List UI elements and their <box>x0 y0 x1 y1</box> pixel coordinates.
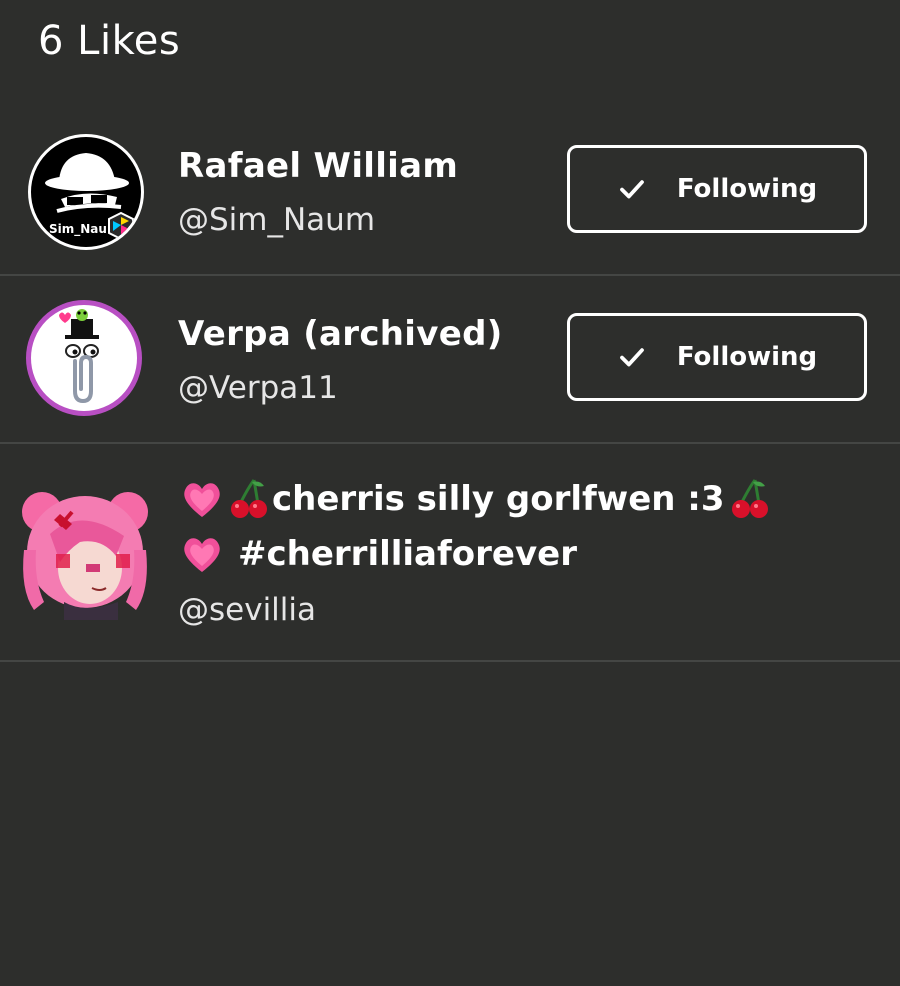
avatar[interactable] <box>20 490 150 620</box>
following-button-label: Following <box>676 174 818 204</box>
pink-heart-icon <box>184 483 220 517</box>
user-row-sim-naum[interactable]: Sim_Nau Rafael William @Sim_Naum Followi… <box>0 108 900 276</box>
user-handle: @sevillia <box>178 592 317 628</box>
following-button[interactable]: Following <box>567 145 867 233</box>
likes-count-title: 6 Likes <box>38 18 181 64</box>
following-button-label: Following <box>676 342 818 372</box>
svg-text:Sim_Nau: Sim_Nau <box>49 222 107 237</box>
user-handle: @Sim_Naum <box>178 202 376 238</box>
user-display-name-line2[interactable]: #cherrilliaforever <box>180 534 577 574</box>
avatar[interactable] <box>26 300 142 416</box>
following-button[interactable]: Following <box>567 313 867 401</box>
check-icon <box>619 180 644 199</box>
paperclip-avatar-image <box>59 309 99 404</box>
anime-character-avatar-image <box>22 492 148 620</box>
user-row-verpa11[interactable]: Verpa (archived) @Verpa11 Following <box>0 276 900 444</box>
user-display-name[interactable]: Verpa (archived) <box>178 314 503 354</box>
user-hashtag-text: #cherrilliaforever <box>238 534 577 574</box>
user-display-name-text: cherris silly gorlfwen :3 <box>272 479 725 519</box>
user-row-sevillia[interactable]: cherris silly gorlfwen :3 #cherrilliafor… <box>0 444 900 662</box>
hat-glasses-avatar-image: Sim_Nau <box>32 138 140 246</box>
cherry-icon <box>231 479 267 518</box>
user-handle: @Verpa11 <box>178 370 338 406</box>
check-icon <box>619 348 644 367</box>
cherry-icon <box>731 479 768 518</box>
pink-heart-icon <box>184 538 220 572</box>
user-display-name[interactable]: cherris silly gorlfwen :3 <box>180 478 773 520</box>
avatar[interactable]: Sim_Nau <box>28 134 144 250</box>
user-display-name[interactable]: Rafael William <box>178 146 458 186</box>
